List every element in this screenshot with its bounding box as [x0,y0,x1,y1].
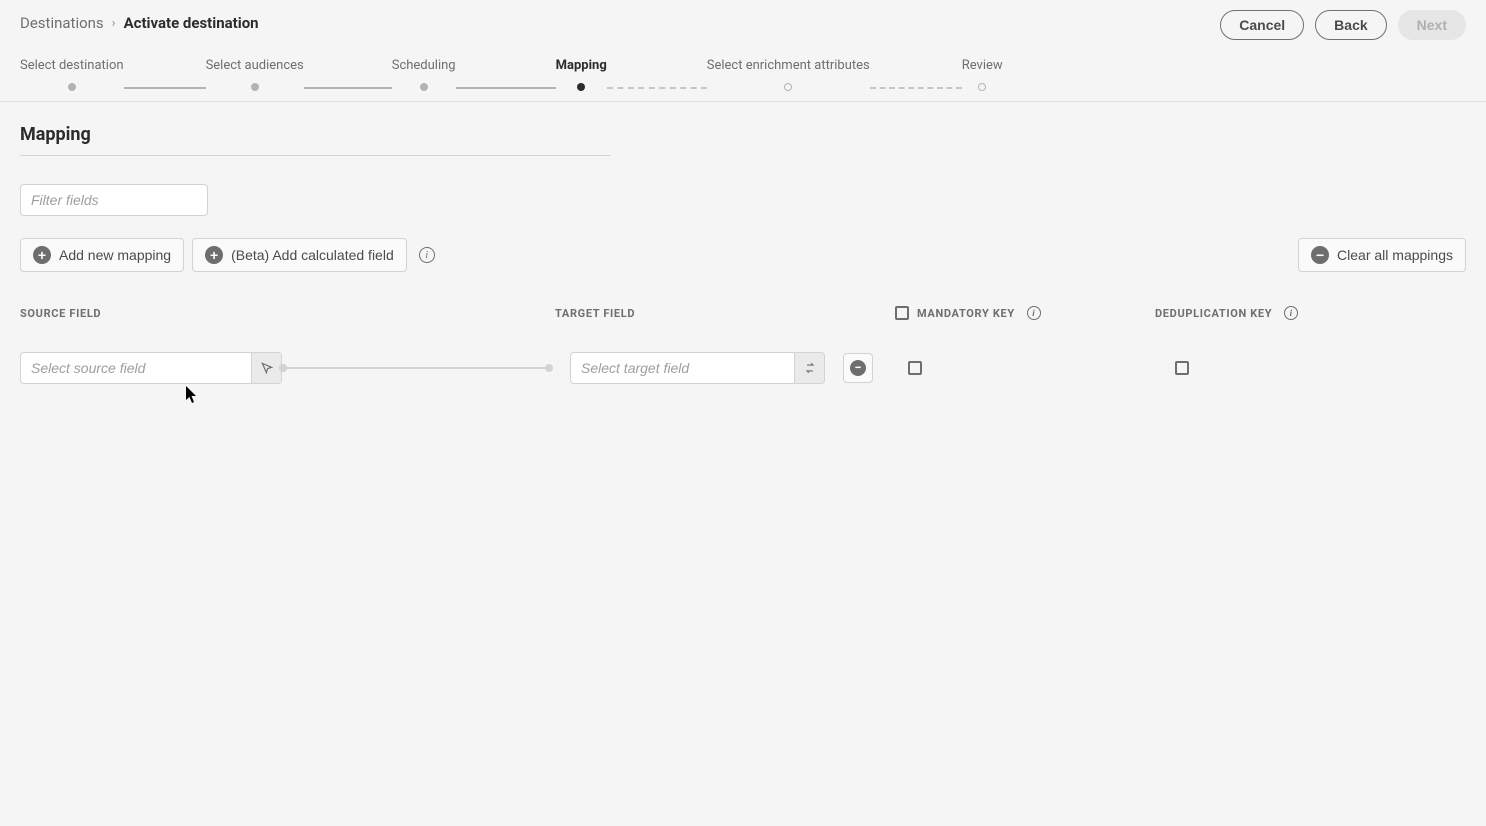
clear-all-mappings-label: Clear all mappings [1337,247,1453,263]
mapping-row: − [20,352,1466,384]
plus-circle-icon: + [205,246,223,264]
clear-all-mappings-button[interactable]: − Clear all mappings [1298,238,1466,272]
step-label: Select audiences [206,58,304,83]
step-dot-icon [420,83,428,91]
remove-mapping-button[interactable]: − [843,353,873,383]
step-dot-icon [577,83,585,91]
mandatory-key-master-checkbox[interactable] [895,306,909,320]
stepper: Select destination Select audiences Sche… [0,40,1486,101]
add-calculated-field-label: (Beta) Add calculated field [231,247,394,263]
step-label: Select enrichment attributes [707,58,870,83]
step-dot-icon [784,83,792,91]
column-header-mandatory: MANDATORY KEY [917,307,1015,320]
plus-circle-icon: + [33,246,51,264]
add-new-mapping-button[interactable]: + Add new mapping [20,238,184,272]
column-header-source: SOURCE FIELD [20,307,555,320]
step-review: Review [962,58,1003,91]
step-dot-icon [978,83,986,91]
title-rule [20,155,610,156]
target-field-wrap [570,352,825,384]
page-title: Mapping [20,124,1466,155]
filter-fields-input[interactable] [20,184,208,216]
step-select-enrichment: Select enrichment attributes [707,58,870,91]
back-button[interactable]: Back [1315,10,1386,40]
link-dot-icon [279,364,287,372]
breadcrumb-current: Activate destination [124,14,259,32]
info-icon[interactable]: i [1027,306,1041,320]
deduplication-key-checkbox[interactable] [1175,361,1189,375]
next-button: Next [1398,10,1466,40]
target-field-input[interactable] [571,353,794,383]
step-label: Select destination [20,58,124,83]
step-mapping[interactable]: Mapping [556,58,607,91]
source-field-wrap [20,352,282,384]
mapping-link-line [282,367,550,369]
step-select-destination[interactable]: Select destination [20,58,124,91]
breadcrumb: Destinations › Activate destination [20,14,259,32]
step-label: Review [962,58,1003,83]
step-dot-icon [251,83,259,91]
cancel-button[interactable]: Cancel [1220,10,1304,40]
link-dot-icon [545,364,553,372]
step-label: Scheduling [392,58,456,83]
cursor-icon [260,361,274,375]
header-actions: Cancel Back Next [1220,10,1466,40]
source-field-input[interactable] [21,353,251,383]
minus-circle-icon: − [850,360,866,376]
step-select-audiences[interactable]: Select audiences [206,58,304,91]
column-header-dedup: DEDUPLICATION KEY [1155,307,1272,320]
breadcrumb-root[interactable]: Destinations [20,14,104,32]
mandatory-key-checkbox[interactable] [908,361,922,375]
add-calculated-field-button[interactable]: + (Beta) Add calculated field [192,238,407,272]
info-icon[interactable]: i [1284,306,1298,320]
step-connector [456,87,556,89]
step-label: Mapping [556,58,607,83]
step-dot-icon [68,83,76,91]
column-header-target: TARGET FIELD [555,307,895,320]
step-connector [607,87,707,89]
step-connector [124,87,206,89]
target-field-picker-button[interactable] [794,353,824,383]
step-scheduling[interactable]: Scheduling [392,58,456,91]
swap-icon [803,361,817,375]
step-connector [304,87,392,89]
step-connector [870,87,962,89]
source-field-picker-button[interactable] [251,353,281,383]
minus-circle-icon: − [1311,246,1329,264]
add-new-mapping-label: Add new mapping [59,247,171,263]
chevron-right-icon: › [112,16,116,31]
info-icon[interactable]: i [419,247,435,263]
